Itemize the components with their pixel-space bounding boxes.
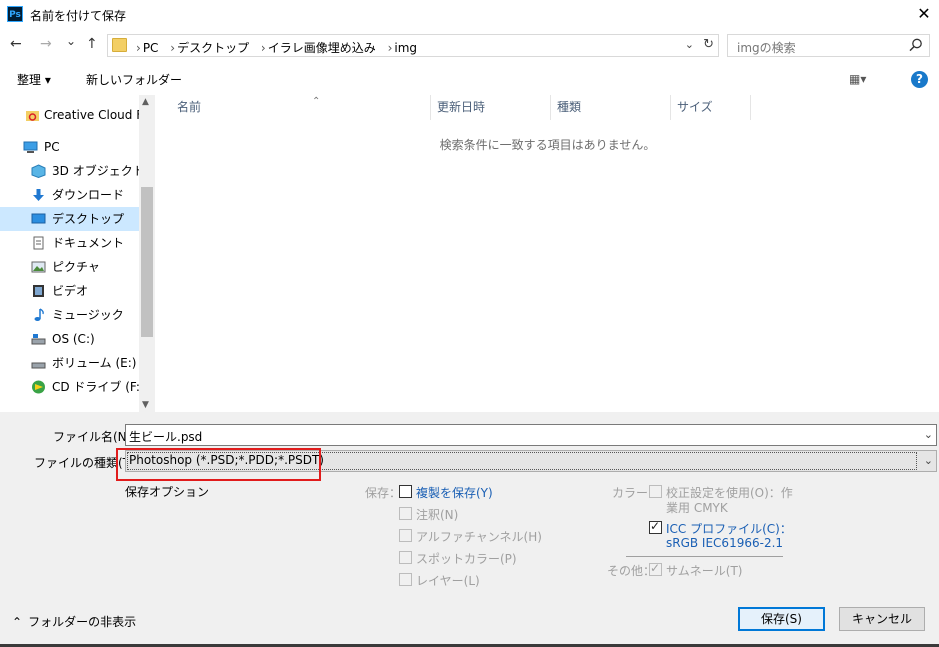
hide-folders-toggle[interactable]: ⌃ フォルダーの非表示 xyxy=(12,613,136,630)
alpha-channel-label: アルファチャンネル(H) xyxy=(416,530,542,544)
breadcrumb-img[interactable]: img xyxy=(394,41,417,55)
folder-icon xyxy=(112,38,127,52)
chevron-down-icon[interactable]: ⌄ xyxy=(924,454,933,467)
address-bar[interactable]: › PC › デスクトップ › イラレ画像埋め込み › img ⌄ ↻ xyxy=(107,34,719,57)
organize-button[interactable]: 整理 ▾ xyxy=(17,71,51,88)
nav-item-cd-drive[interactable]: CD ドライブ (F:) M xyxy=(0,375,139,399)
chevron-right-icon: › xyxy=(260,41,266,55)
refresh-icon[interactable]: ↻ xyxy=(703,37,714,52)
icc-profile-checkbox[interactable] xyxy=(649,519,662,534)
cancel-button[interactable]: キャンセル xyxy=(839,607,925,631)
column-header-name[interactable]: 名前 ⌃ xyxy=(171,95,431,120)
help-icon[interactable]: ? xyxy=(911,71,928,88)
icc-profile-value: sRGB IEC61966-2.1 xyxy=(666,536,784,550)
breadcrumb-pc[interactable]: PC xyxy=(143,41,159,55)
nav-item-drive-c[interactable]: OS (C:) xyxy=(0,327,139,351)
save-button[interactable]: 保存(S) xyxy=(738,607,825,631)
chevron-right-icon: › xyxy=(136,41,141,55)
navigation-pane: Creative Cloud Files PC 3D オブジェクト ダウンロード… xyxy=(0,95,155,412)
save-group-label: 保存： xyxy=(365,486,402,500)
other-group-label: その他： xyxy=(607,564,656,578)
videos-icon xyxy=(33,285,44,297)
spot-color-label: スポットカラー(P) xyxy=(416,552,517,566)
save-copy-label[interactable]: 複製を保存(Y) xyxy=(416,484,493,501)
annotations-label: 注釈(N) xyxy=(416,508,459,522)
nav-scrollbar[interactable]: ▲ ▼ xyxy=(139,95,155,412)
thumbnail-label: サムネール(T) xyxy=(666,564,743,578)
chevron-down-icon[interactable]: ⌄ xyxy=(685,38,694,51)
music-icon xyxy=(34,308,44,321)
title-bar: Ps 名前を付けて保存 ✕ xyxy=(0,0,939,30)
chevron-down-icon[interactable]: ⌄ xyxy=(924,428,933,441)
hide-folders-label: フォルダーの非表示 xyxy=(28,615,137,629)
icc-profile-label[interactable]: ICC プロファイル(C)： xyxy=(666,520,792,537)
3d-objects-icon xyxy=(31,164,46,178)
new-folder-button[interactable]: 新しいフォルダー xyxy=(86,71,182,88)
layers-checkbox[interactable] xyxy=(399,573,412,586)
save-options-panel: ファイル名(N): 生ビール.psd ⌄ ファイルの種類(T): Photosh… xyxy=(0,412,939,647)
creative-cloud-icon xyxy=(26,111,39,121)
search-icon xyxy=(909,38,922,52)
address-row: ← → ⌄ ↑ › PC › デスクトップ › イラレ画像埋め込み › img ⌄ ↻ … xyxy=(0,32,939,60)
scrollbar-thumb[interactable] xyxy=(141,187,153,337)
photoshop-app-icon: Ps xyxy=(7,6,23,22)
drive-c-icon xyxy=(31,334,46,345)
alpha-channel-checkbox[interactable] xyxy=(399,529,412,542)
view-options-icon[interactable]: ▦▾ xyxy=(849,72,866,86)
filename-value[interactable]: 生ビール.psd xyxy=(129,428,202,445)
chevron-right-icon: › xyxy=(170,41,176,55)
column-header-size[interactable]: サイズ xyxy=(671,95,751,120)
desktop-icon xyxy=(31,213,46,224)
nav-item-pc[interactable]: PC xyxy=(0,135,139,159)
column-header-type[interactable]: 種類 xyxy=(551,95,671,120)
forward-icon[interactable]: → xyxy=(40,36,52,52)
chevron-up-icon: ⌃ xyxy=(12,615,23,629)
nav-item-videos[interactable]: ビデオ xyxy=(0,279,139,303)
layers-label: レイヤー(L) xyxy=(416,574,480,588)
annotations-checkbox[interactable] xyxy=(399,507,412,520)
breadcrumb-folder[interactable]: イラレ画像埋め込み xyxy=(268,41,376,55)
sort-up-icon: ⌃ xyxy=(312,96,321,107)
nav-item-pictures[interactable]: ピクチャ xyxy=(0,255,139,279)
up-icon[interactable]: ↑ xyxy=(86,36,98,52)
thumbnail-checkbox[interactable] xyxy=(649,561,662,576)
spot-color-checkbox[interactable] xyxy=(399,551,412,564)
divider xyxy=(626,556,783,557)
filename-field[interactable]: 生ビール.psd ⌄ xyxy=(125,424,937,446)
nav-item-creative-cloud[interactable]: Creative Cloud Files xyxy=(0,103,139,127)
nav-item-drive-e[interactable]: ボリューム (E:) xyxy=(0,351,139,375)
save-copy-checkbox[interactable] xyxy=(399,485,412,498)
breadcrumb: › PC › デスクトップ › イラレ画像埋め込み › img xyxy=(130,39,419,56)
breadcrumb-desktop[interactable]: デスクトップ xyxy=(177,41,249,55)
search-input[interactable]: imgの検索 xyxy=(737,39,796,56)
file-list: 名前 ⌃ 更新日時 種類 サイズ 検索条件に一致する項目はありません。 xyxy=(156,95,939,412)
scroll-up-icon[interactable]: ▲ xyxy=(142,97,149,107)
close-icon[interactable]: ✕ xyxy=(909,0,939,28)
pictures-icon xyxy=(31,261,46,273)
nav-item-music[interactable]: ミュージック xyxy=(0,303,139,327)
documents-icon xyxy=(33,236,44,250)
drive-e-icon xyxy=(31,362,46,369)
nav-item-desktop[interactable]: デスクトップ xyxy=(0,207,139,231)
proof-setup-label-2: 業用 CMYK xyxy=(666,501,728,515)
command-bar: 整理 ▾ 新しいフォルダー ▦▾ ? xyxy=(0,64,939,94)
highlight-box xyxy=(116,448,321,481)
cd-drive-icon xyxy=(32,380,45,394)
filename-label: ファイル名(N): xyxy=(53,430,136,444)
scroll-down-icon[interactable]: ▼ xyxy=(142,400,149,410)
search-box[interactable]: imgの検索 xyxy=(727,34,930,57)
window-title: 名前を付けて保存 xyxy=(30,9,127,23)
proof-setup-checkbox[interactable] xyxy=(649,485,662,498)
back-icon[interactable]: ← xyxy=(10,36,22,52)
pc-icon xyxy=(23,141,38,153)
save-options-heading: 保存オプション xyxy=(125,485,210,499)
column-header-date[interactable]: 更新日時 xyxy=(431,95,551,120)
nav-item-documents[interactable]: ドキュメント xyxy=(0,231,139,255)
download-icon xyxy=(33,189,44,201)
nav-item-downloads[interactable]: ダウンロード xyxy=(0,183,139,207)
nav-item-3d-objects[interactable]: 3D オブジェクト xyxy=(0,159,139,183)
chevron-right-icon: › xyxy=(387,41,393,55)
empty-message: 検索条件に一致する項目はありません。 xyxy=(439,138,656,152)
recent-locations-icon[interactable]: ⌄ xyxy=(66,34,76,48)
